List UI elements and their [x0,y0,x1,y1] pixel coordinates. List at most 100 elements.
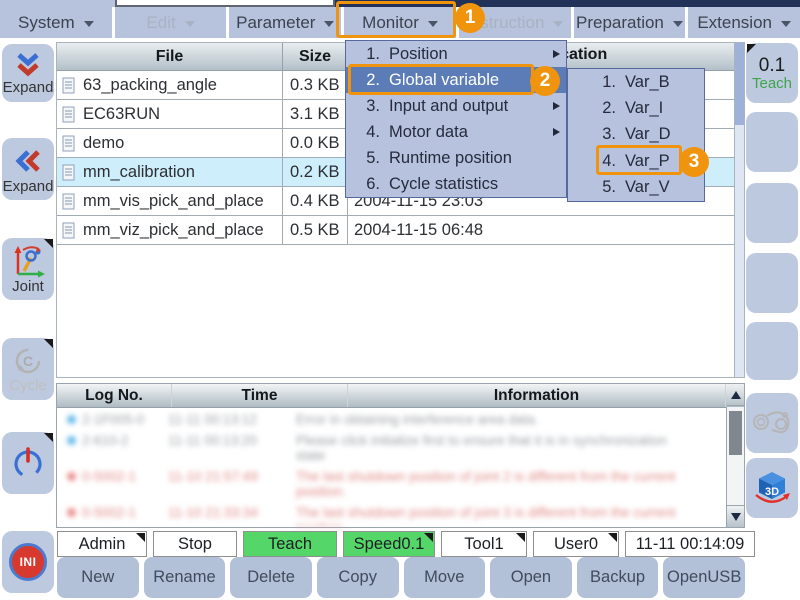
menu-system[interactable]: System [0,7,112,38]
info-dot-icon [67,415,76,424]
menu-item-runtime-position[interactable]: 5. Runtime position [346,145,566,171]
log-scrollbar[interactable] [726,407,744,527]
menu-item-position[interactable]: 1. Position [346,41,566,67]
time-column-header: Time [172,384,348,407]
file-icon [62,193,76,210]
openusb-button[interactable]: OpenUSB [663,557,745,598]
sidebar-button-empty-2[interactable] [746,183,798,243]
log-time: 11-11 00:13:20 [168,433,296,449]
file-name: mm_viz_pick_and_place [83,221,264,240]
file-icon [62,222,76,239]
file-name: mm_vis_pick_and_place [83,192,264,211]
log-info: Error in obtaining interference area dat… [296,412,681,428]
submenu-item-var-d[interactable]: 3. Var_D [568,122,704,148]
menu-item-cycle-statistics[interactable]: 6. Cycle statistics [346,171,566,197]
power-button[interactable] [2,432,54,494]
file-table-scrollbar[interactable] [734,43,744,377]
submenu-item-var-v[interactable]: 5. Var_V [568,175,704,201]
sidebar-button-empty-4[interactable] [746,322,798,380]
scrollbar-thumb[interactable] [729,411,742,455]
menu-edit[interactable]: Edit [115,7,227,38]
menu-parameter[interactable]: Parameter [229,7,341,38]
arrow-up-icon [731,391,741,399]
expand-left-button[interactable]: Expand [2,138,54,200]
cycle-mode-button[interactable]: C Cycle [2,338,54,400]
cube-3d-icon: 3D [752,468,792,508]
file-name: 63_packing_angle [83,76,217,95]
chevron-down-icon [84,21,94,27]
speed-box[interactable]: Speed0.1 [343,531,435,557]
svg-text:3D: 3D [765,486,779,498]
log-row: 0-5002-1 11-10 21:57:49 The last shutdow… [57,464,726,500]
ini-button[interactable]: INI [2,531,54,593]
power-icon [9,444,47,482]
submenu-item-var-i[interactable]: 2. Var_I [568,95,704,121]
delete-button[interactable]: Delete [230,557,312,598]
file-size: 3.1 KB [283,100,348,128]
step3-badge: 3 [679,147,709,177]
new-button[interactable]: New [57,557,139,598]
sidebar-button-empty-1[interactable] [746,112,798,172]
menu-monitor-label: Monitor [362,13,419,33]
ini-label: INI [20,555,37,569]
menu-extension[interactable]: Extension [688,7,800,38]
menu-item-input-output[interactable]: 3. Input and output [346,93,566,119]
open-button[interactable]: Open [490,557,572,598]
log-info: The last shutdown position of joint 3 is… [296,505,681,527]
status-bar: Admin Stop Teach Speed0.1 Tool1 User0 11… [57,531,755,557]
menu-parameter-label: Parameter [236,13,315,33]
log-list: 2-1F005-0 11-11 00:13:12 Error in obtain… [57,407,726,527]
chevron-down-icon [781,21,791,27]
log-no: 2-1F005-0 [82,412,168,428]
svg-text:C: C [23,353,33,369]
rename-button[interactable]: Rename [144,557,226,598]
arrow-down-icon [731,513,741,521]
backup-button[interactable]: Backup [577,557,659,598]
file-icon [62,77,76,94]
scroll-up-button[interactable] [727,384,744,406]
expand-label: Expand [3,179,54,194]
sidebar-button-empty-3[interactable] [746,253,798,313]
joint-mode-button[interactable]: Joint [2,238,54,300]
file-actions-bar: New Rename Delete Copy Move Open Backup … [57,557,745,598]
joint-label: Joint [12,279,44,294]
submenu-arrow-icon [553,102,560,110]
scrollbar-thumb[interactable] [735,43,744,125]
copy-button[interactable]: Copy [317,557,399,598]
chevron-down-icon [324,21,334,27]
user-coord-box[interactable]: User0 [533,531,619,557]
error-dot-icon [67,472,76,481]
chevron-down-icon [185,21,195,27]
expand-down-icon [11,51,45,79]
chevron-down-icon [428,21,438,27]
gamepad-button[interactable] [746,393,798,453]
menu-item-motor-data[interactable]: 4. Motor data [346,119,566,145]
file-name: mm_calibration [83,163,195,182]
expand-label: Expand [3,80,54,95]
menu-preparation[interactable]: Preparation [574,7,686,38]
logno-column-header: Log No. [57,384,172,407]
datetime-box: 11-11 00:14:09 [625,531,755,557]
move-button[interactable]: Move [404,557,486,598]
top-window-remnant [115,0,335,7]
log-row: 0-5002-1 11-10 21:33:34 The last shutdow… [57,500,726,527]
expand-down-button[interactable]: Expand [2,44,54,102]
log-time: 11-11 00:13:12 [168,412,296,428]
log-header: Log No. Time Information [57,384,744,408]
menu-preparation-label: Preparation [576,13,664,33]
view-3d-button[interactable]: 3D [746,458,798,518]
tool-box[interactable]: Tool1 [441,531,527,557]
table-row[interactable]: mm_viz_pick_and_place 0.5 KB 2004-11-15 … [57,216,744,245]
scroll-down-button[interactable] [727,505,744,527]
log-time: 11-10 21:33:34 [168,505,296,521]
speed-mode-button[interactable]: 0.1 Teach [746,43,798,103]
user-level-box[interactable]: Admin [57,531,147,557]
step1-badge: 1 [455,3,485,33]
menu-system-label: System [18,13,75,33]
gamepad-icon [750,406,794,440]
menu-monitor[interactable]: Monitor [344,7,456,38]
file-icon [62,135,76,152]
information-column-header: Information [348,384,726,407]
teach-mode-label: Teach [752,76,792,91]
submenu-item-var-b[interactable]: 1. Var_B [568,69,704,95]
